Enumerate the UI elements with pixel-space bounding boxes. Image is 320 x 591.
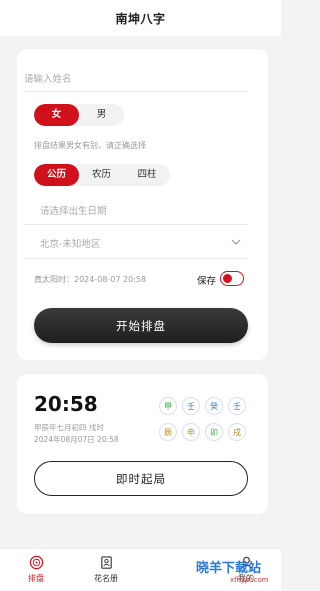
current-time: 20:58: [34, 392, 98, 416]
stem-hour: 壬: [228, 397, 246, 415]
birth-divider: [24, 224, 248, 225]
watermark-text: 晓羊下载站: [196, 561, 262, 576]
calendar-lunar-option[interactable]: 农历: [79, 164, 124, 186]
name-input[interactable]: 请输入姓名: [24, 71, 248, 89]
tab-roster[interactable]: 花名册: [78, 555, 134, 584]
calendar-solar-option[interactable]: 公历: [34, 164, 79, 186]
branch-month: 申: [182, 423, 200, 441]
stem-month: 壬: [182, 397, 200, 415]
app-title: 南坤八字: [115, 11, 166, 26]
calendar-selector: 公历 农历 四柱: [34, 164, 170, 186]
tab-paipan-label: 排盘: [28, 574, 44, 583]
region-divider: [24, 258, 248, 259]
gender-male-option[interactable]: 男: [79, 104, 124, 126]
region-select[interactable]: 北京-未知地区: [40, 236, 100, 250]
branch-year: 辰: [159, 423, 177, 441]
save-label: 保存: [197, 276, 217, 287]
solar-date: 2024年08月07日 20:58: [34, 435, 119, 444]
gender-selector: 女 男: [34, 104, 124, 126]
chevron-down-icon[interactable]: [230, 236, 242, 248]
gender-female-option[interactable]: 女: [34, 104, 79, 126]
start-paipan-button[interactable]: 开始排盘: [34, 308, 248, 343]
true-solar-time: 真太阳时：2024-08-07 20:58: [34, 275, 147, 284]
lunar-date: 甲辰年七月初四 戌时: [34, 423, 104, 432]
tab-roster-label: 花名册: [94, 574, 118, 583]
gender-hint: 排盘结果男女有别，请正确选择: [34, 141, 146, 150]
calendar-pillars-option[interactable]: 四柱: [124, 164, 170, 186]
watermark-url: xfhyjx.com: [230, 576, 269, 584]
app-header: 南坤八字: [0, 0, 281, 36]
toggle-knob: [222, 273, 232, 283]
instant-start-button[interactable]: 即时起局: [34, 461, 248, 496]
branch-hour: 戌: [228, 423, 246, 441]
stem-day: 癸: [205, 397, 223, 415]
birth-date-field[interactable]: 请选择出生日期: [40, 203, 107, 217]
save-toggle[interactable]: [220, 271, 244, 286]
tab-paipan[interactable]: 排盘: [8, 555, 64, 584]
paipan-icon: [29, 555, 43, 570]
roster-icon: [100, 556, 112, 569]
stem-year: 甲: [159, 397, 177, 415]
branch-day: 卯: [205, 423, 223, 441]
name-divider: [24, 91, 248, 92]
